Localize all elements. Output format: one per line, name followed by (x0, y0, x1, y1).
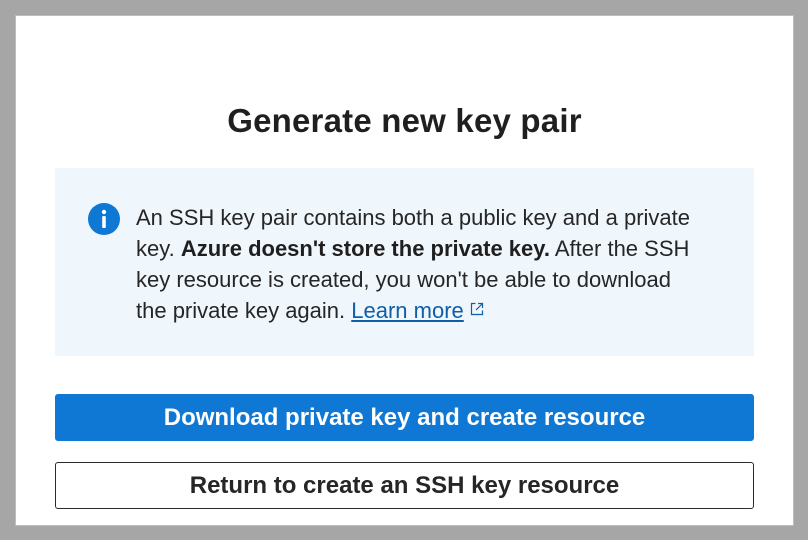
learn-more-link[interactable]: Learn more (351, 298, 485, 323)
generate-key-pair-dialog: Generate new key pair An SSH key pair co… (15, 15, 794, 526)
info-message-text: An SSH key pair contains both a public k… (136, 202, 696, 326)
download-private-key-button[interactable]: Download private key and create resource (55, 394, 754, 441)
info-message-bar: An SSH key pair contains both a public k… (55, 168, 754, 356)
external-link-icon (464, 298, 485, 323)
learn-more-label: Learn more (351, 298, 464, 323)
return-to-create-button[interactable]: Return to create an SSH key resource (55, 462, 754, 509)
info-text-bold: Azure doesn't store the private key. (180, 236, 550, 261)
dialog-title: Generate new key pair (227, 102, 582, 139)
